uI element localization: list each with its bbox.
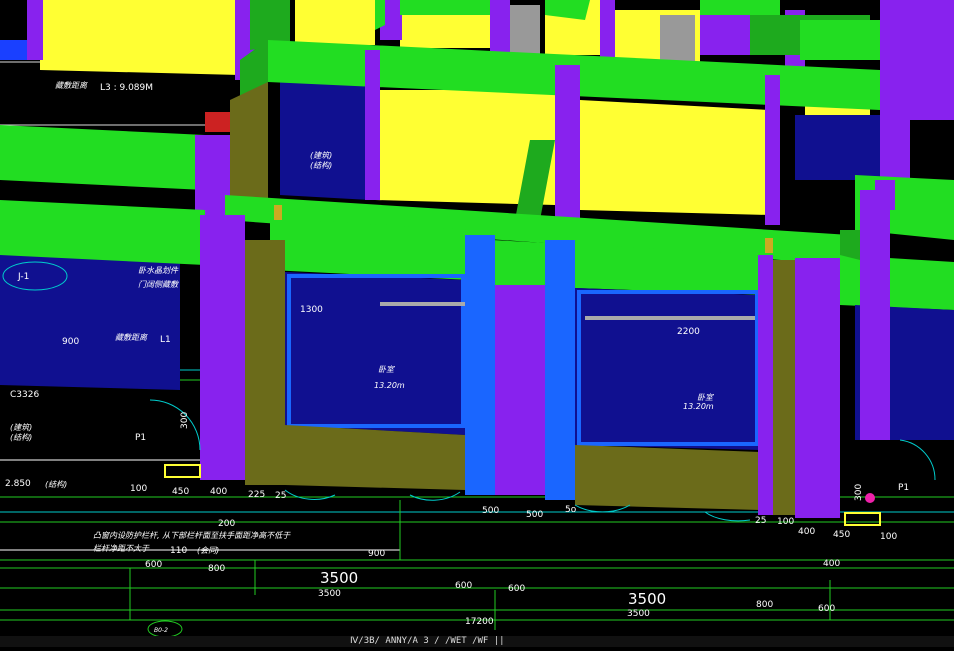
svg-text:25: 25 (755, 516, 766, 526)
spandrel-right (575, 445, 760, 510)
svg-text:(建筑): (建筑) (310, 151, 332, 160)
label-l3: L3 : 9.089M (100, 83, 153, 93)
svg-text:(会同): (会同) (197, 546, 219, 555)
column-purple-2 (495, 285, 545, 495)
svg-text:卧室: 卧室 (697, 393, 714, 402)
svg-text:3500: 3500 (318, 589, 341, 599)
dimension-3500-major-right: 3500 (628, 590, 666, 608)
dimension-3500-major-left: 3500 (320, 569, 358, 587)
svg-text:13.20m: 13.20m (374, 381, 405, 390)
svg-text:500: 500 (526, 510, 543, 520)
svg-text:(结构): (结构) (10, 433, 32, 442)
svg-text:2200: 2200 (677, 327, 700, 337)
dimension-total: 17200 (465, 617, 494, 627)
label-j1: J-1 (17, 272, 29, 282)
svg-text:800: 800 (208, 564, 225, 574)
svg-text:600: 600 (508, 584, 525, 594)
svg-text:13.20m: 13.20m (683, 402, 714, 411)
svg-text:L1: L1 (160, 335, 171, 345)
svg-text:藏敷距离: 藏敷距离 (115, 333, 148, 342)
svg-text:100: 100 (777, 517, 794, 527)
svg-text:600: 600 (818, 604, 835, 614)
model-canvas[interactable]: 藏敷距离 L3 : 9.089M J-1 卧水晶划件 门阔侧藏敷 藏敷距离 L1… (0, 0, 954, 647)
svg-text:450: 450 (172, 487, 189, 497)
status-strip: Ⅳ/3B/ ANNY/A 3 / /WET /WF || (0, 636, 954, 647)
svg-text:(结构): (结构) (45, 480, 67, 489)
cad-viewport[interactable]: 藏敷距离 L3 : 9.089M J-1 卧水晶划件 门阔侧藏敷 藏敷距离 L1… (0, 0, 954, 647)
svg-text:400: 400 (210, 487, 227, 497)
svg-text:(结构): (结构) (310, 161, 332, 170)
svg-text:5o: 5o (565, 505, 577, 515)
svg-text:卧室: 卧室 (378, 365, 395, 374)
svg-text:300: 300 (180, 412, 190, 429)
label-p1-right: P1 (898, 483, 909, 493)
wall-yellow-mid-right (580, 100, 770, 215)
svg-text:3500: 3500 (627, 609, 650, 619)
spandrel-left (285, 425, 465, 490)
svg-text:400: 400 (798, 527, 815, 537)
svg-text:300: 300 (854, 484, 864, 501)
svg-text:栏杆净距不大于: 栏杆净距不大于 (93, 544, 150, 553)
svg-text:800: 800 (756, 600, 773, 610)
svg-text:B0-2: B0-2 (154, 627, 168, 634)
svg-text:100: 100 (880, 532, 897, 542)
svg-text:110: 110 (170, 546, 187, 556)
svg-text:500: 500 (482, 506, 499, 516)
room-panel-front-left (285, 272, 465, 435)
svg-text:凸窗内设防护栏杆, 从下部栏杆面至扶手面距净高不低于: 凸窗内设防护栏杆, 从下部栏杆面至扶手面距净高不低于 (93, 531, 291, 540)
svg-text:100: 100 (130, 484, 147, 494)
svg-text:400: 400 (823, 559, 840, 569)
column-blue-1 (465, 235, 495, 495)
column-purple-1 (200, 215, 245, 480)
beam-green-left-upper (0, 125, 205, 190)
svg-text:600: 600 (455, 581, 472, 591)
column-purple-3 (795, 258, 840, 518)
svg-text:2.850: 2.850 (5, 479, 31, 489)
svg-text:900: 900 (62, 337, 79, 347)
room-panel-front-right (575, 288, 760, 450)
beam-green-left (0, 200, 205, 265)
svg-text:225: 225 (248, 490, 265, 500)
column-blue-2 (545, 240, 575, 500)
svg-text:1300: 1300 (300, 305, 323, 315)
svg-text:门阔侧藏敷: 门阔侧藏敷 (138, 280, 179, 289)
svg-text:200: 200 (218, 519, 235, 529)
label-c3326: C3326 (10, 390, 39, 400)
svg-text:450: 450 (833, 530, 850, 540)
label-hiding-distance: 藏敷距离 (55, 81, 88, 90)
svg-text:卧水晶划件: 卧水晶划件 (138, 266, 179, 275)
svg-text:25: 25 (275, 491, 286, 501)
svg-text:(建筑): (建筑) (10, 423, 32, 432)
label-p1-left: P1 (135, 433, 146, 443)
svg-text:900: 900 (368, 549, 385, 559)
svg-text:600: 600 (145, 560, 162, 570)
